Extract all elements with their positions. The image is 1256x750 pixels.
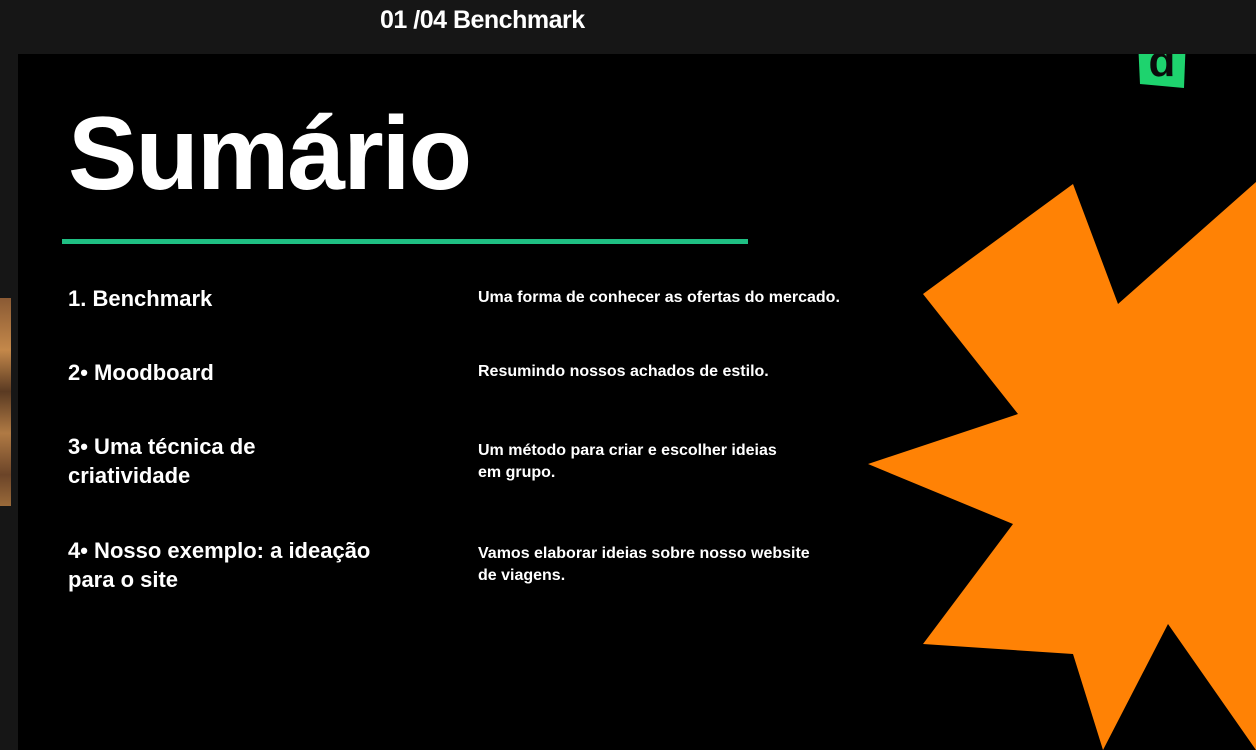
orange-starburst-shape: [868, 182, 1256, 750]
brand-d-logo-icon: d: [1138, 54, 1186, 88]
summary-item-3-description: Um método para criar e escolher ideias e…: [478, 442, 777, 481]
logo-letter: d: [1149, 54, 1176, 86]
video-title-bar: 01 /04 Benchmark: [0, 0, 1256, 54]
summary-item-4-title: 4• Nosso exemplo: a ideação para o site: [68, 538, 371, 592]
summary-item-2-description: Resumindo nossos achados de estilo.: [478, 363, 769, 380]
presentation-slide: d Sumário 1. Benchmark Uma forma de conh…: [18, 54, 1256, 750]
webcam-thumbnail[interactable]: [0, 298, 11, 506]
summary-item-1-description: Uma forma de conhecer as ofertas do merc…: [478, 289, 840, 306]
summary-item-4-description: Vamos elaborar ideias sobre nosso websit…: [478, 545, 810, 584]
heading-underline: [62, 239, 748, 244]
summary-item-2-title: 2• Moodboard: [68, 360, 214, 385]
slide-heading: Sumário: [68, 96, 472, 212]
summary-item-1-title: 1. Benchmark: [68, 286, 213, 311]
video-title: 01 /04 Benchmark: [380, 6, 585, 34]
summary-item-3-title: 3• Uma técnica de criatividade: [68, 434, 256, 488]
